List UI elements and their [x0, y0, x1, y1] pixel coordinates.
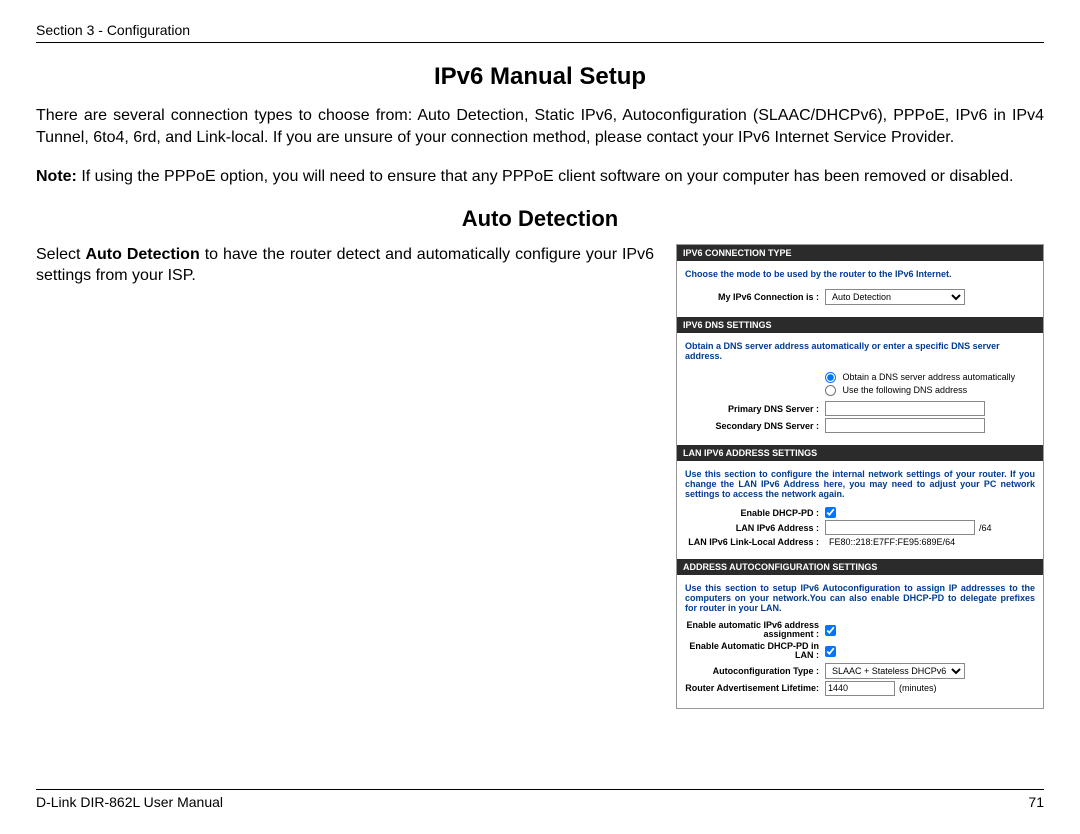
- conn-type-desc: Choose the mode to be used by the router…: [685, 269, 1035, 279]
- secondary-dns-input[interactable]: [825, 418, 985, 433]
- auto-detection-description: Select Auto Detection to have the router…: [36, 244, 654, 287]
- dns-header: IPv6 DNS SETTINGS: [677, 317, 1043, 333]
- dns-radio-auto-label: Obtain a DNS server address automaticall…: [843, 372, 1016, 382]
- note-text: If using the PPPoE option, you will need…: [77, 168, 1014, 185]
- router-adv-lifetime-unit: (minutes): [899, 683, 937, 693]
- enable-dhcp-pd-checkbox[interactable]: [825, 507, 836, 518]
- router-settings-panel: IPv6 CONNECTION TYPE Choose the mode to …: [676, 244, 1044, 709]
- lan-header: LAN IPv6 ADDRESS SETTINGS: [677, 445, 1043, 461]
- enable-auto-ipv6-label: Enable automatic IPv6 address assignment…: [685, 621, 825, 640]
- lan-ipv6-suffix: /64: [979, 523, 992, 533]
- ipv6-connection-select[interactable]: Auto Detection: [825, 289, 965, 305]
- autoconf-type-label: Autoconfiguration Type :: [685, 666, 825, 676]
- page-title: IPv6 Manual Setup: [36, 63, 1044, 91]
- dns-radio-auto[interactable]: [825, 372, 836, 383]
- autoconf-desc: Use this section to setup IPv6 Autoconfi…: [685, 583, 1035, 613]
- autoconf-type-select[interactable]: SLAAC + Stateless DHCPv6: [825, 663, 965, 679]
- router-adv-lifetime-input[interactable]: [825, 681, 895, 696]
- auto-desc-bold: Auto Detection: [85, 246, 199, 263]
- lan-linklocal-value: FE80::218:E7FF:FE95:689E/64: [829, 537, 955, 547]
- enable-auto-dhcp-pd-checkbox[interactable]: [825, 646, 836, 657]
- enable-dhcp-pd-label: Enable DHCP-PD :: [685, 508, 825, 518]
- enable-auto-ipv6-checkbox[interactable]: [825, 625, 836, 636]
- dns-radio-manual[interactable]: [825, 385, 836, 396]
- lan-desc: Use this section to configure the intern…: [685, 469, 1035, 499]
- footer-page: 71: [1028, 794, 1044, 810]
- dns-desc: Obtain a DNS server address automaticall…: [685, 341, 1035, 361]
- lan-ipv6-addr-label: LAN IPv6 Address :: [685, 523, 825, 533]
- page-footer: D-Link DIR-862L User Manual 71: [36, 789, 1044, 810]
- footer-manual: D-Link DIR-862L User Manual: [36, 794, 223, 810]
- conn-type-header: IPv6 CONNECTION TYPE: [677, 245, 1043, 261]
- primary-dns-input[interactable]: [825, 401, 985, 416]
- enable-auto-dhcp-pd-label: Enable Automatic DHCP-PD in LAN :: [685, 642, 825, 661]
- section-header: Section 3 - Configuration: [36, 22, 1044, 43]
- autoconf-header: ADDRESS AUTOCONFIGURATION SETTINGS: [677, 559, 1043, 575]
- conn-type-label: My IPv6 Connection is :: [685, 292, 825, 302]
- auto-detection-heading: Auto Detection: [36, 206, 1044, 232]
- note-label: Note:: [36, 168, 77, 185]
- lan-ipv6-addr-input[interactable]: [825, 520, 975, 535]
- dns-radio-manual-label: Use the following DNS address: [843, 385, 968, 395]
- auto-desc-pre: Select: [36, 246, 85, 263]
- note-paragraph: Note: If using the PPPoE option, you wil…: [36, 166, 1044, 188]
- primary-dns-label: Primary DNS Server :: [685, 404, 825, 414]
- secondary-dns-label: Secondary DNS Server :: [685, 421, 825, 431]
- intro-paragraph: There are several connection types to ch…: [36, 105, 1044, 148]
- router-adv-lifetime-label: Router Advertisement Lifetime:: [685, 684, 825, 693]
- lan-linklocal-label: LAN IPv6 Link-Local Address :: [685, 537, 825, 547]
